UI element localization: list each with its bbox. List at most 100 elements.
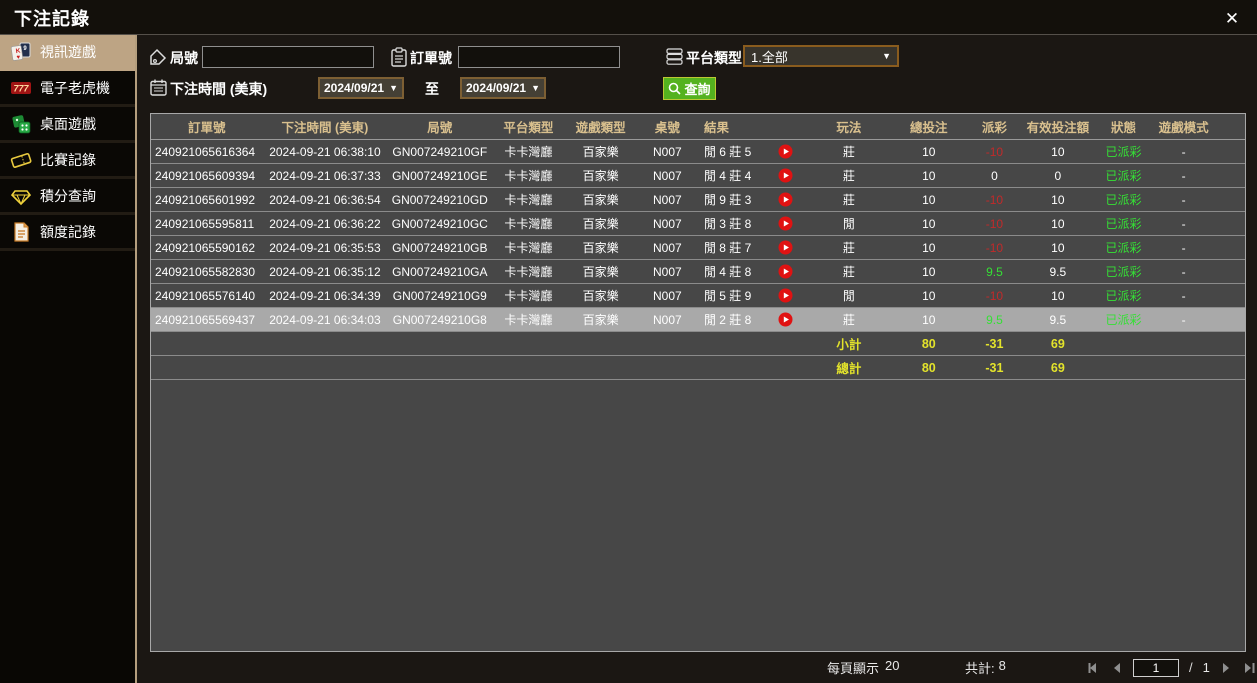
chevron-down-icon: ▼ [389,83,398,93]
table-row[interactable]: 240921065569437 2024-09-21 06:34:03 GN00… [151,308,1245,332]
cell-valid-bet: 10 [1022,289,1094,303]
sidebar-item-points-query[interactable]: 積分查詢 [0,179,135,215]
cell-play-type: 莊 [807,311,890,328]
table-row[interactable]: 240921065595811 2024-09-21 06:36:22 GN00… [151,212,1245,236]
col-header: 平台類型 [492,117,564,136]
close-icon[interactable]: ✕ [1221,8,1243,30]
prev-page-button[interactable] [1111,662,1123,674]
date-to-select[interactable]: 2024/09/21 ▼ [460,77,546,99]
table-row[interactable]: 240921065609394 2024-09-21 06:37:33 GN00… [151,164,1245,188]
sidebar-item-label: 比賽記錄 [40,150,96,170]
total-count-label: 共計: [965,658,995,677]
sidebar-item-slots[interactable]: 777 電子老虎機 [0,71,135,107]
page-number-input[interactable] [1133,659,1179,677]
cell-platform: 卡卡灣廳 [492,143,564,160]
tag-icon [149,48,168,67]
table-row[interactable]: 240921065590162 2024-09-21 06:35:53 GN00… [151,236,1245,260]
calendar-icon [149,78,168,97]
cell-valid-bet: 0 [1022,169,1094,183]
play-video-icon[interactable] [778,192,793,207]
cell-game-mode: - [1153,145,1214,159]
play-video-icon[interactable] [778,144,793,159]
query-button[interactable]: 查詢 [663,77,716,100]
subtotal-row: 小計 80 -31 69 [151,332,1245,356]
cell-status: 已派彩 [1094,287,1153,304]
cell-table-no: N007 [637,193,698,207]
cell-order-no: 240921065609394 [151,169,263,183]
cell-bet-time: 2024-09-21 06:35:12 [263,265,388,279]
sidebar-item-table-games[interactable]: 桌面遊戲 [0,107,135,143]
sidebar-item-label: 電子老虎機 [40,78,110,98]
play-video-icon[interactable] [778,312,793,327]
table-header-row: 訂單號 下注時間 (美東) 局號 平台類型 遊戲類型 桌號 結果 玩法 總投注 … [151,114,1245,140]
cell-status: 已派彩 [1094,215,1153,232]
sidebar-item-match-records[interactable]: 比賽記錄 [0,143,135,179]
next-page-button[interactable] [1220,662,1232,674]
cell-table-no: N007 [637,217,698,231]
platform-label: 平台類型 [686,48,742,68]
date-to-value: 2024/09/21 [466,81,526,95]
last-page-button[interactable] [1242,662,1256,674]
sidebar-item-quota-records[interactable]: 額度記錄 [0,215,135,251]
cell-play-type: 莊 [807,167,890,184]
cell-round-no: GN007249210GC [387,217,492,231]
platform-select[interactable]: 1.全部 ▼ [743,45,899,67]
first-page-button[interactable] [1087,662,1101,674]
play-video-icon[interactable] [778,216,793,231]
page-separator: / [1189,660,1193,675]
order-input[interactable] [458,46,620,68]
sidebar-item-video-games[interactable]: 9K♥ 視訊遊戲 [0,35,135,71]
first-page-icon [1087,662,1101,674]
table-row[interactable]: 240921065601992 2024-09-21 06:36:54 GN00… [151,188,1245,212]
cell-platform: 卡卡灣廳 [492,215,564,232]
cell-table-no: N007 [637,169,698,183]
cell-order-no: 240921065576140 [151,289,263,303]
subtotal-total-bet: 80 [890,337,967,351]
play-video-icon[interactable] [778,168,793,183]
round-input[interactable] [202,46,374,68]
play-video-icon[interactable] [778,264,793,279]
cell-payout: -10 [967,193,1022,207]
cell-payout: -10 [967,289,1022,303]
play-video-icon[interactable] [778,240,793,255]
cell-payout: 0 [967,169,1022,183]
svg-text:777: 777 [13,83,29,93]
cell-platform: 卡卡灣廳 [492,167,564,184]
table-row[interactable]: 240921065576140 2024-09-21 06:34:39 GN00… [151,284,1245,308]
table-row[interactable]: 240921065616364 2024-09-21 06:38:10 GN00… [151,140,1245,164]
cell-play-type: 莊 [807,191,890,208]
cell-game-mode: - [1153,169,1214,183]
query-button-label: 查詢 [684,79,710,98]
cell-game-type: 百家樂 [565,239,637,256]
cell-payout: -10 [967,217,1022,231]
cell-game-type: 百家樂 [565,263,637,280]
cell-result: 閒 4 莊 4 [698,167,807,184]
cell-valid-bet: 9.5 [1022,313,1094,327]
dialog-title: 下注記錄 [14,5,90,31]
prev-page-icon [1111,662,1123,674]
cell-total-bet: 10 [890,265,967,279]
cell-play-type: 閒 [807,287,890,304]
pagination: / 1 [1087,659,1256,677]
cell-payout: -10 [967,241,1022,255]
cell-result: 閒 3 莊 8 [698,215,807,232]
table-row[interactable]: 240921065582830 2024-09-21 06:35:12 GN00… [151,260,1245,284]
cell-bet-time: 2024-09-21 06:34:39 [263,289,388,303]
cell-game-mode: - [1153,265,1214,279]
chevron-down-icon: ▼ [531,83,540,93]
cell-order-no: 240921065569437 [151,313,263,327]
cell-platform: 卡卡灣廳 [492,239,564,256]
cell-result: 閒 8 莊 7 [698,239,807,256]
cell-valid-bet: 10 [1022,145,1094,159]
cell-order-no: 240921065582830 [151,265,263,279]
platform-select-value: 1.全部 [751,47,788,66]
cell-game-type: 百家樂 [565,215,637,232]
platform-icon [665,47,684,66]
cell-total-bet: 10 [890,217,967,231]
cell-table-no: N007 [637,289,698,303]
date-from-select[interactable]: 2024/09/21 ▼ [318,77,404,99]
col-header: 遊戲模式 [1153,117,1214,136]
play-video-icon[interactable] [778,288,793,303]
cell-platform: 卡卡灣廳 [492,287,564,304]
dialog-titlebar: 下注記錄 [0,0,1257,35]
